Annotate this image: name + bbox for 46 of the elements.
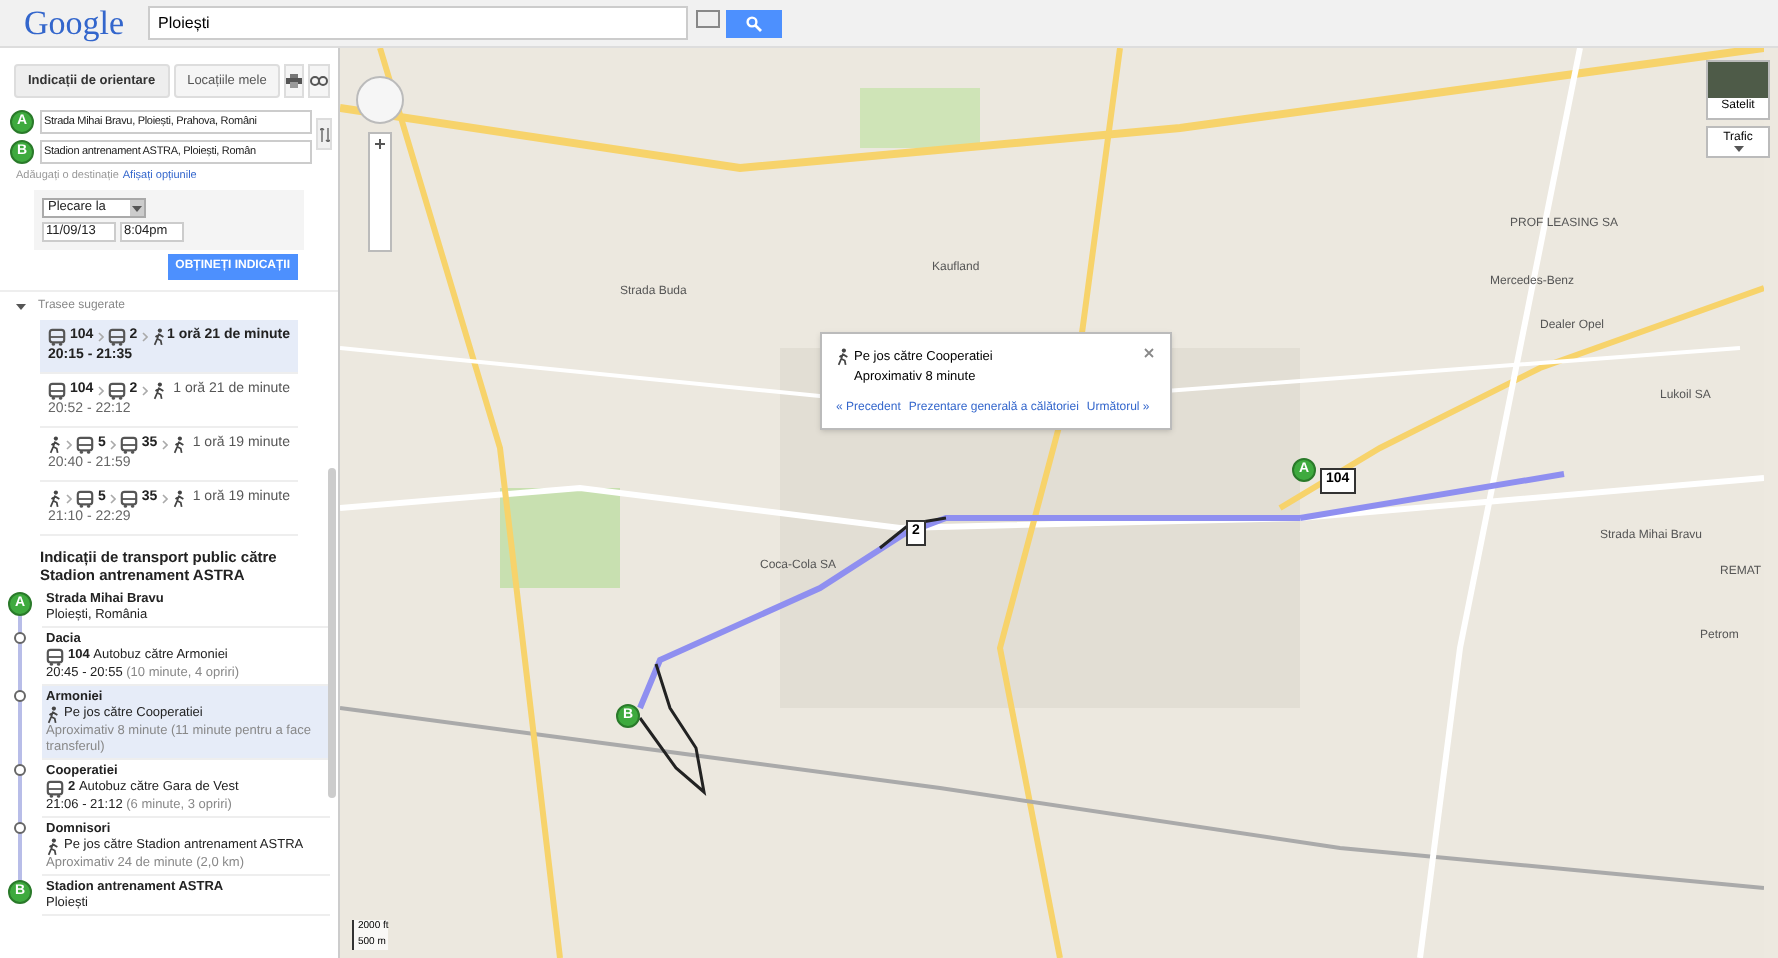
walking-person-icon	[171, 435, 186, 454]
satellite-thumbnail	[1708, 62, 1768, 98]
link-button[interactable]	[308, 64, 331, 98]
chevron-icon	[97, 385, 104, 396]
chevron-icon	[161, 439, 168, 450]
zoom-in-icon[interactable]	[374, 138, 386, 150]
swap-arrows-icon	[319, 127, 329, 141]
walking-person-icon	[46, 706, 60, 725]
chevron-icon	[66, 493, 72, 504]
bus-icon	[48, 327, 66, 346]
printer-icon	[286, 74, 303, 88]
chevron-icon	[141, 331, 148, 342]
bus-icon	[48, 381, 66, 400]
walking-person-icon	[171, 489, 186, 508]
bus-icon	[76, 435, 94, 454]
bus-icon	[119, 489, 138, 508]
walking-person-icon	[151, 381, 166, 400]
keyboard-icon[interactable]	[696, 9, 721, 27]
walking-person-icon	[836, 348, 850, 367]
collapse-arrow-icon	[16, 304, 26, 311]
bus-icon	[119, 435, 138, 454]
chevron-icon	[141, 385, 148, 396]
bus-icon	[107, 327, 126, 346]
swap-button[interactable]	[316, 118, 332, 150]
walking-person-icon	[48, 489, 62, 508]
print-button[interactable]	[284, 64, 305, 98]
chevron-icon	[66, 439, 72, 450]
chevron-icon	[161, 493, 168, 504]
chevron-icon	[109, 439, 116, 450]
walking-person-icon	[151, 327, 166, 346]
search-button[interactable]	[726, 9, 783, 37]
dropdown-arrow-icon	[132, 205, 142, 212]
close-icon[interactable]	[1144, 348, 1154, 358]
search-icon	[746, 15, 763, 31]
search-field[interactable]: Ploiești	[148, 6, 689, 40]
bus-icon	[46, 780, 64, 799]
bus-icon	[76, 489, 94, 508]
chevron-icon	[109, 493, 116, 504]
chevron-icon	[97, 331, 104, 342]
bus-icon	[107, 381, 126, 400]
bus-icon	[46, 648, 64, 667]
google-logo: Google	[24, 6, 125, 40]
walking-person-icon	[48, 435, 62, 454]
dropdown-arrow-icon	[1733, 146, 1743, 152]
walking-person-icon	[46, 838, 60, 857]
link-icon	[310, 76, 329, 86]
